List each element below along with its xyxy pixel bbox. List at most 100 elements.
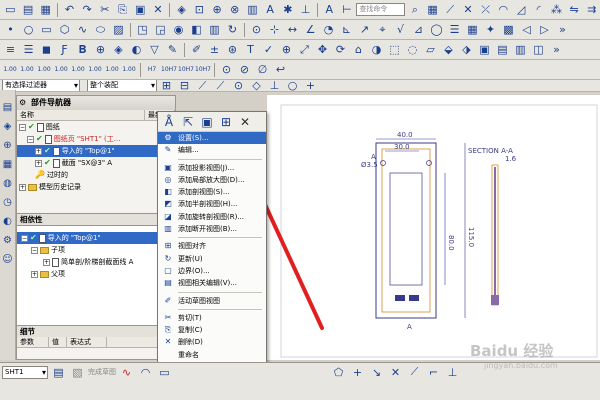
deselect-icon[interactable]: ⊟ bbox=[176, 80, 193, 91]
height-5[interactable]: 1.00 bbox=[70, 66, 86, 73]
datum-icon[interactable]: ⊥ bbox=[297, 2, 314, 18]
menu-item[interactable]: ◎ 添加局部放大图(D)... bbox=[158, 174, 266, 186]
collapse-icon[interactable]: − bbox=[31, 246, 38, 254]
table-note-icon[interactable]: ▦ bbox=[464, 22, 481, 38]
snap-end-icon[interactable]: ⟋ bbox=[194, 80, 211, 91]
open-file-icon[interactable]: ▤ bbox=[20, 2, 37, 18]
more-icon[interactable]: » bbox=[548, 42, 565, 58]
section-icon[interactable]: ◧ bbox=[188, 22, 205, 38]
ordinate-icon[interactable]: ⊾ bbox=[338, 22, 355, 38]
assembly-scope-select[interactable]: 整个装配 bbox=[87, 80, 157, 91]
menu-item[interactable]: ▣ 添加投影视图(J)... bbox=[158, 162, 266, 174]
system-materials-tab-icon[interactable]: ◐ bbox=[2, 216, 14, 230]
height-2[interactable]: 1.00 bbox=[19, 66, 35, 73]
pattern-icon[interactable]: ⁂ bbox=[548, 2, 565, 18]
wcs-icon[interactable]: ⊕ bbox=[92, 42, 109, 58]
tree-item-history[interactable]: + 模型历史记录 bbox=[17, 181, 175, 193]
select-all-icon[interactable]: ⊞ bbox=[158, 80, 175, 91]
delete-icon[interactable]: ✕ bbox=[150, 2, 167, 18]
roles-tab-icon[interactable]: ☺ bbox=[2, 254, 14, 268]
arc-icon[interactable]: ◠ bbox=[495, 2, 512, 18]
offset-icon[interactable]: ⇉ bbox=[584, 2, 600, 18]
filter-icon[interactable]: ▽ bbox=[146, 42, 163, 58]
spline-icon[interactable]: ∿ bbox=[74, 22, 91, 38]
value-column-header[interactable]: 值 bbox=[49, 337, 67, 347]
save-icon[interactable]: ▦ bbox=[37, 2, 54, 18]
height-8[interactable]: 1.00 bbox=[121, 66, 137, 73]
weld-icon[interactable]: ⊿ bbox=[410, 22, 427, 38]
top-view-icon[interactable]: ▣ bbox=[476, 42, 493, 58]
redo-icon[interactable]: ↷ bbox=[79, 2, 96, 18]
finish-sketch-icon[interactable]: ▧ bbox=[69, 364, 86, 380]
dimension-icon[interactable]: ↔ bbox=[284, 22, 301, 38]
hidden-icon[interactable]: ◌ bbox=[404, 42, 421, 58]
bold-icon[interactable]: 𝐁 bbox=[74, 42, 91, 58]
table-icon[interactable]: ▥ bbox=[244, 2, 261, 18]
details-title[interactable]: 细节 bbox=[17, 325, 175, 337]
sketch-corner-icon[interactable]: ⌐ bbox=[425, 364, 442, 380]
visibility-icon[interactable]: ◐ bbox=[128, 42, 145, 58]
tree-item-section[interactable]: + ✔ 截面 "SX@3" A bbox=[17, 157, 175, 169]
base-view-icon[interactable]: ◳ bbox=[134, 22, 151, 38]
origin-icon[interactable]: ⇱ bbox=[180, 114, 196, 130]
arrow-right-icon[interactable]: ▷ bbox=[536, 22, 553, 38]
view-icon[interactable]: ⊡ bbox=[191, 2, 208, 18]
shade-icon[interactable]: ◑ bbox=[368, 42, 385, 58]
sketch-rect-icon[interactable]: ▭ bbox=[156, 364, 173, 380]
sketch-trim-icon[interactable]: ✕ bbox=[387, 364, 404, 380]
snap-quad-icon[interactable]: ◇ bbox=[248, 80, 265, 91]
dep-item-imported[interactable]: − ✔ 导入的 "Top@1" bbox=[17, 232, 157, 244]
chamfer-icon[interactable]: ◿ bbox=[513, 2, 530, 18]
tree-item-sheet[interactable]: − ✔ 图纸页 "SHT1" (工... ✔ bbox=[17, 133, 175, 145]
clip-icon[interactable]: ▱ bbox=[422, 42, 439, 58]
style-icon[interactable]: Å bbox=[161, 114, 177, 130]
layer-settings-icon[interactable]: ◈ bbox=[110, 42, 127, 58]
detail-icon[interactable]: ◉ bbox=[170, 22, 187, 38]
slash-icon[interactable]: ⊘ bbox=[236, 62, 253, 78]
close-icon[interactable]: ✕ bbox=[237, 114, 253, 130]
fillet-icon[interactable]: ◜ bbox=[530, 2, 547, 18]
more-icon[interactable]: » bbox=[554, 22, 571, 38]
angular-dim-icon[interactable]: ∠ bbox=[302, 22, 319, 38]
sketch-constraint-icon[interactable]: ⊥ bbox=[444, 364, 461, 380]
line-width-icon[interactable]: ☰ bbox=[20, 42, 37, 58]
break-icon[interactable]: ▥ bbox=[206, 22, 223, 38]
undo-icon[interactable]: ↶ bbox=[61, 2, 78, 18]
projection-icon[interactable]: ◲ bbox=[152, 22, 169, 38]
wireframe-icon[interactable]: ⬚ bbox=[386, 42, 403, 58]
menu-item[interactable]: ✕ 删除(D) bbox=[158, 336, 266, 348]
dim-height[interactable]: 115.0 bbox=[467, 227, 475, 247]
sketch-poly-icon[interactable]: ⬠ bbox=[330, 364, 347, 380]
zoom-icon[interactable]: ⊕ bbox=[278, 42, 295, 58]
perspective-icon[interactable]: ⬙ bbox=[440, 42, 457, 58]
dim-hole[interactable]: Ø3.5 bbox=[361, 161, 378, 169]
menu-item[interactable]: ⚙ 设置(S)... bbox=[158, 132, 266, 145]
tree-item-imported-view[interactable]: + ✔ 导入的 "Top@1" bbox=[17, 145, 175, 157]
rotate-icon[interactable]: ⟳ bbox=[332, 42, 349, 58]
cross-icon[interactable]: ✕ bbox=[460, 2, 477, 18]
search-icon[interactable]: ⌕ bbox=[406, 2, 423, 18]
expand-icon[interactable]: + bbox=[35, 159, 42, 167]
font-icon[interactable]: Ƒ bbox=[56, 42, 73, 58]
fit-h7[interactable]: H7 bbox=[144, 66, 160, 73]
measure-icon[interactable]: ⊗ bbox=[226, 2, 243, 18]
menu-item[interactable]: ✎ 编辑... bbox=[158, 144, 266, 156]
properties-icon[interactable]: ✎ bbox=[164, 42, 181, 58]
snap-mid-icon[interactable]: ⟋ bbox=[212, 80, 229, 91]
snap-center-icon[interactable]: ⊙ bbox=[230, 80, 247, 91]
expand-icon[interactable]: + bbox=[43, 258, 50, 266]
menu-item[interactable]: ◩ 添加半剖视图(H)... bbox=[158, 198, 266, 210]
rect-icon[interactable]: ▭ bbox=[38, 22, 55, 38]
sheet-select[interactable]: SHT1 bbox=[2, 365, 48, 379]
symbol-icon[interactable]: ✱ bbox=[280, 2, 297, 18]
dep-item-children[interactable]: − 子项 bbox=[17, 244, 175, 256]
dep-item-parents[interactable]: + 父项 bbox=[17, 268, 175, 280]
radius-dim-icon[interactable]: ◔ bbox=[320, 22, 337, 38]
annotation-icon[interactable]: ✐ bbox=[188, 42, 205, 58]
front-view-icon[interactable]: ▤ bbox=[494, 42, 511, 58]
hook-icon[interactable]: ↩ bbox=[272, 62, 289, 78]
collapse-icon[interactable]: − bbox=[21, 234, 28, 242]
section-plane-icon[interactable]: ◫ bbox=[530, 42, 547, 58]
height-1[interactable]: 1.00 bbox=[2, 66, 18, 73]
iso-icon[interactable]: ⬗ bbox=[458, 42, 475, 58]
